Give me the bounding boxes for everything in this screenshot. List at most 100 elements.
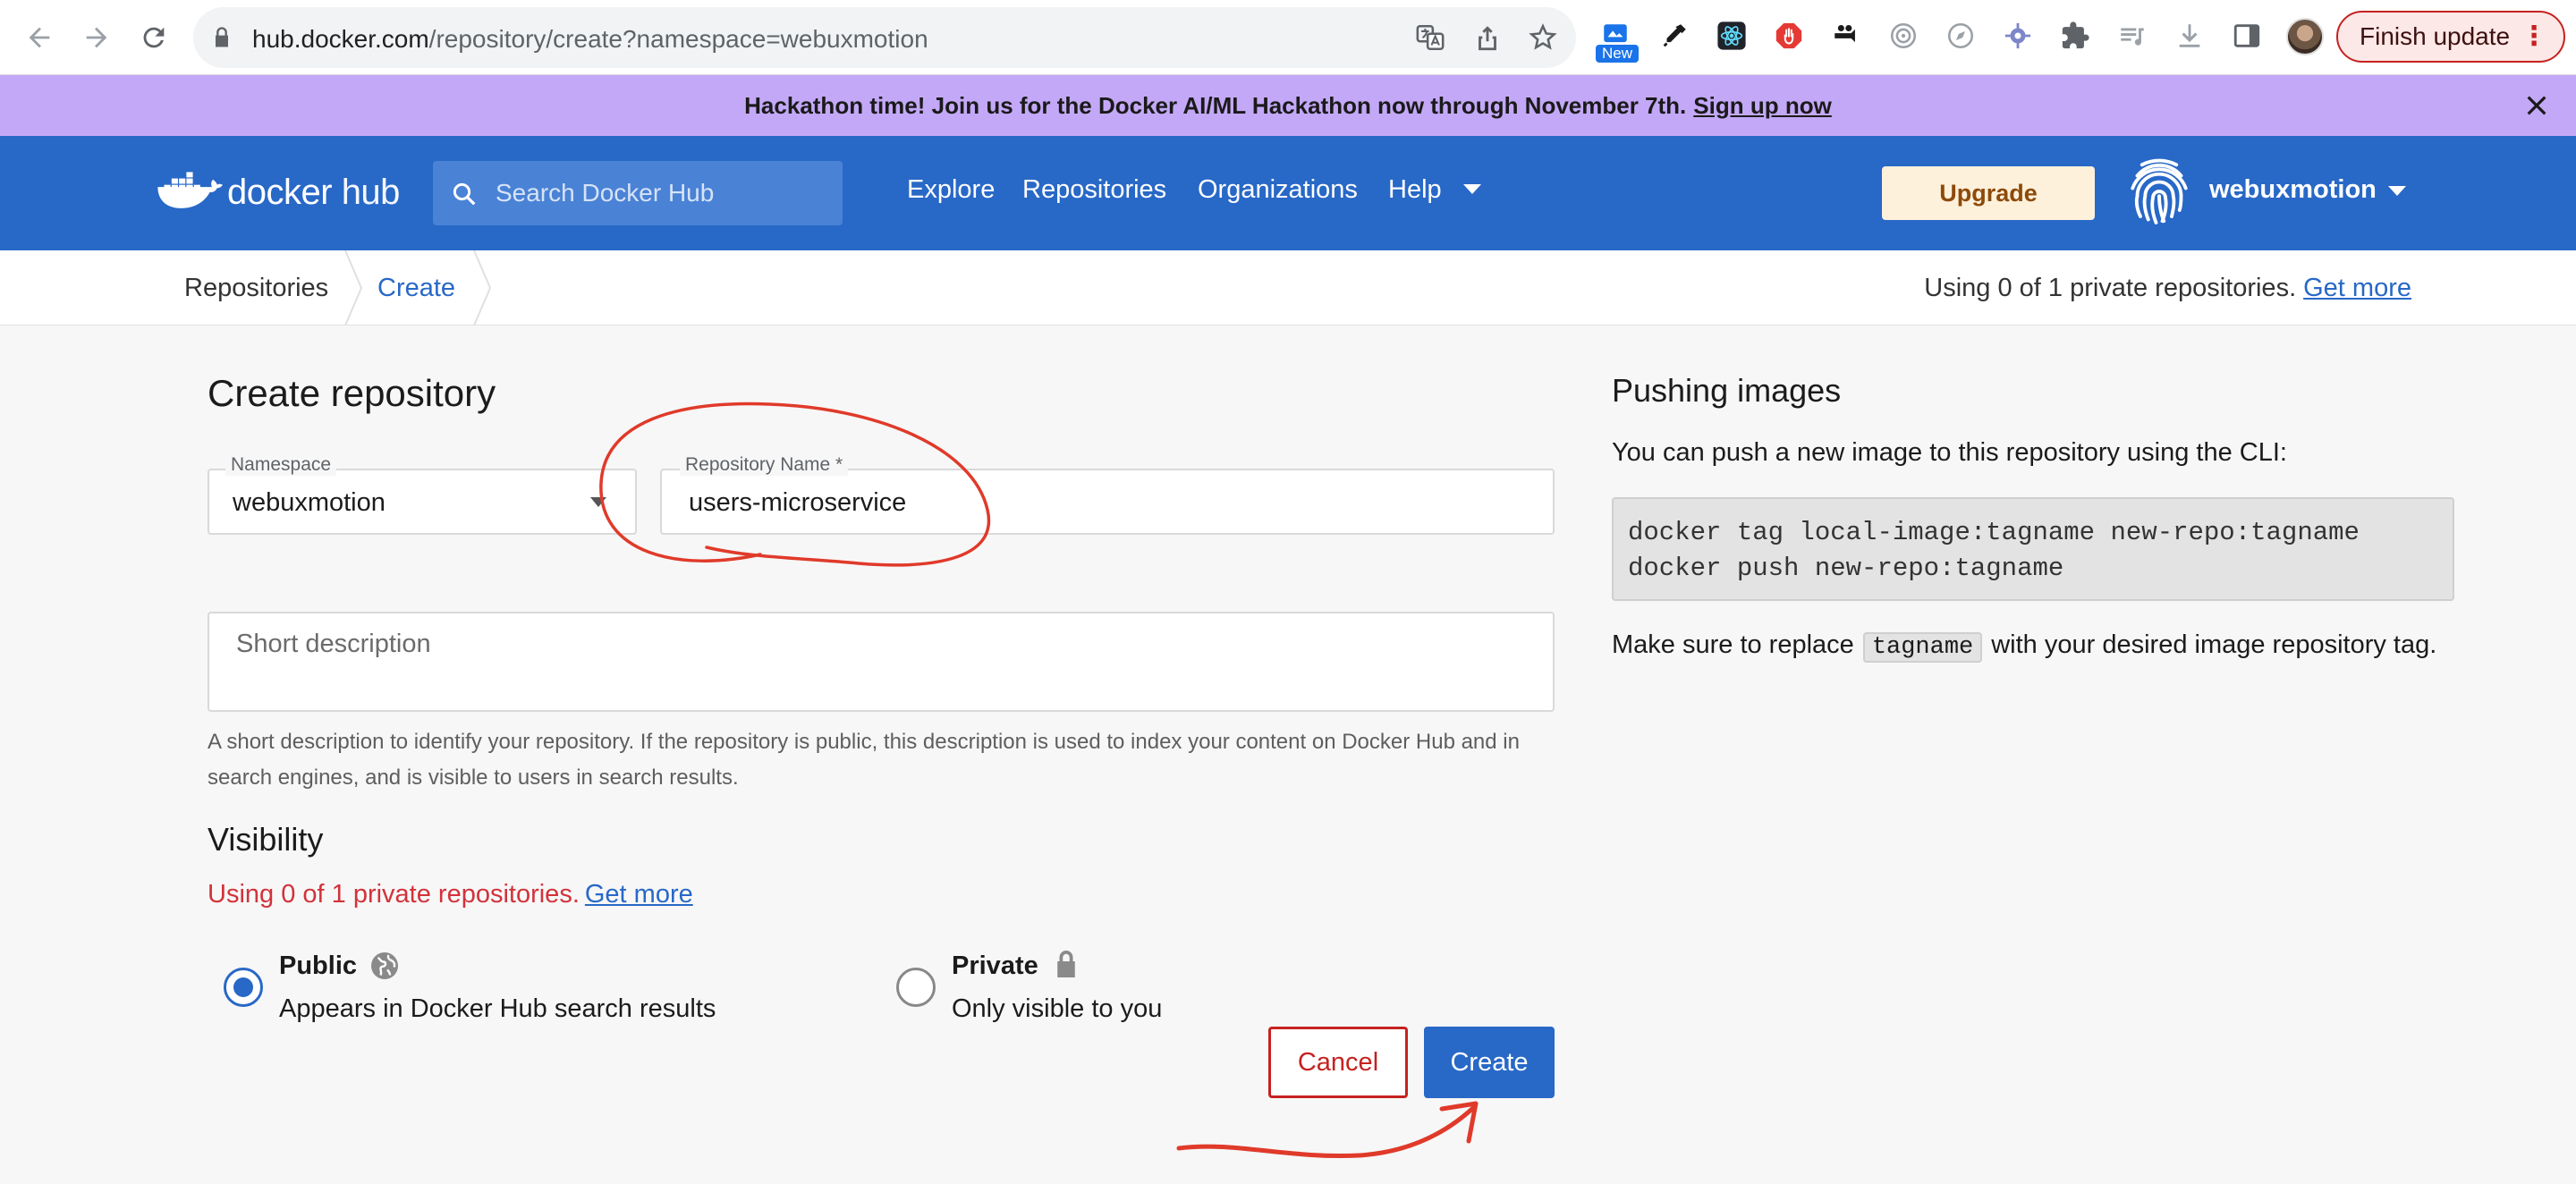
usage-warning-text: Using 0 of 1 private repositories. <box>208 880 580 909</box>
react-icon <box>1717 21 1746 50</box>
private-title: Private <box>952 951 1038 980</box>
note-text-before: Make sure to replace <box>1612 630 1854 659</box>
close-icon[interactable] <box>2522 91 2551 120</box>
annotation-arrow <box>1176 1104 1477 1158</box>
nav-repositories[interactable]: Repositories <box>1022 175 1166 205</box>
private-description: Only visible to you <box>952 994 1163 1023</box>
extension-eyedropper[interactable] <box>1657 18 1692 54</box>
nav-explore[interactable]: Explore <box>907 175 995 205</box>
breadcrumb-separator-icon <box>473 250 492 326</box>
visibility-heading: Visibility <box>208 821 324 858</box>
repository-name-label: Repository Name * <box>680 454 849 476</box>
pushing-images-heading: Pushing images <box>1612 372 1842 409</box>
media-button[interactable] <box>2114 18 2150 54</box>
public-title: Public <box>279 951 358 980</box>
note-text-after: with your desired image repository tag. <box>1991 630 2437 659</box>
page-title: Create repository <box>208 372 496 414</box>
extension-gear[interactable] <box>2000 18 2036 54</box>
cancel-button[interactable]: Cancel <box>1268 1027 1408 1098</box>
extension-react[interactable] <box>1714 18 1750 54</box>
extension-target[interactable] <box>1885 18 1921 54</box>
extension-adblock[interactable] <box>1771 18 1807 54</box>
download-icon <box>2179 24 2200 47</box>
finish-update-button[interactable]: Finish update ⋮ <box>2336 11 2565 63</box>
user-menu-chevron-icon[interactable] <box>2388 186 2406 196</box>
dockerhub-logo[interactable]: docker hub <box>156 163 400 222</box>
gear-icon <box>2004 22 2031 49</box>
namespace-label: Namespace <box>225 454 337 476</box>
cli-code-block: docker tag local-image:tagname new-repo:… <box>1612 497 2454 601</box>
search-box[interactable] <box>433 161 843 225</box>
logo-docker-text: docker <box>227 172 333 212</box>
private-usage-warning: Using 0 of 1 private repositories. Get mo… <box>208 880 693 909</box>
padlock-icon <box>1057 951 1075 977</box>
finish-update-label: Finish update <box>2360 22 2511 50</box>
downloads-button[interactable] <box>2172 18 2207 54</box>
forward-icon <box>86 27 107 48</box>
star-icon[interactable] <box>1528 22 1558 53</box>
public-description: Appears in Docker Hub search results <box>279 994 716 1023</box>
username-label[interactable]: webuxmotion <box>2209 175 2377 205</box>
new-badge: New <box>1596 45 1639 63</box>
create-button[interactable]: Create <box>1424 1027 1555 1098</box>
nav-help[interactable]: Help <box>1388 175 1442 205</box>
dockerhub-header: docker hub Explore Repositories Organiza… <box>0 136 2576 250</box>
breadcrumb-repositories[interactable]: Repositories <box>184 274 328 303</box>
address-bar[interactable]: hub.docker.com/repository/create?namespa… <box>193 7 1576 68</box>
extensions-button[interactable] <box>2057 18 2093 54</box>
short-description-placeholder: Short description <box>236 630 431 658</box>
breadcrumb-separator-icon <box>344 250 363 326</box>
banner-text: Hackathon time! Join us for the Docker A… <box>744 91 1687 119</box>
camera-icon <box>1835 24 1855 43</box>
back-button[interactable] <box>18 16 61 59</box>
replace-tag-note: Make sure to replace tagname with your des… <box>1612 626 2453 666</box>
annotation-arrowhead <box>1439 1101 1479 1144</box>
fingerprint-icon[interactable] <box>2122 154 2197 229</box>
short-description-help: A short description to identify your rep… <box>208 730 1520 790</box>
docker-whale-icon <box>157 172 223 208</box>
logo-hub-text: hub <box>341 172 401 212</box>
get-more-link[interactable]: Get more <box>585 880 693 909</box>
search-icon <box>453 182 476 206</box>
public-radio[interactable] <box>224 968 263 1007</box>
chevron-down-icon[interactable] <box>1463 184 1481 194</box>
chevron-down-icon[interactable] <box>590 497 606 507</box>
nav-organizations[interactable]: Organizations <box>1198 175 1358 205</box>
media-queue-icon <box>2121 28 2144 46</box>
usage-text: Using 0 of 1 private repositories. <box>1924 274 2297 302</box>
search-input[interactable] <box>496 172 826 215</box>
translate-icon[interactable] <box>1415 22 1445 53</box>
lock-icon <box>216 27 228 47</box>
url-text: hub.docker.com/repository/create?namespa… <box>252 25 928 53</box>
breadcrumb-create[interactable]: Create <box>377 274 455 303</box>
more-vert-icon: ⋮ <box>2521 21 2547 51</box>
extensions-icon <box>2062 21 2089 49</box>
banner-signup-link[interactable]: Sign up now <box>1693 92 1832 120</box>
stop-hand-icon <box>1775 22 1802 49</box>
compass-icon <box>1947 22 1974 49</box>
forward-button[interactable] <box>75 16 118 59</box>
short-description-field[interactable] <box>208 612 1555 712</box>
back-icon <box>29 27 50 48</box>
private-repo-usage: Using 0 of 1 private repositories. Get mo… <box>1924 274 2411 303</box>
side-panel-icon <box>2233 24 2260 47</box>
get-more-link[interactable]: Get more <box>2303 274 2411 302</box>
browser-toolbar: hub.docker.com/repository/create?namespa… <box>0 0 2576 75</box>
upgrade-button[interactable]: Upgrade <box>1882 166 2095 220</box>
profile-avatar[interactable] <box>2286 18 2324 55</box>
repository-name-value: users-microservice <box>689 488 907 517</box>
tagname-code: tagname <box>1862 632 1983 663</box>
globe-icon <box>371 952 398 979</box>
namespace-value: webuxmotion <box>233 488 386 517</box>
code-line-tag: docker tag local-image:tagname new-repo:… <box>1628 518 2360 547</box>
private-radio[interactable] <box>896 968 936 1007</box>
target-icon <box>1890 22 1917 49</box>
reload-icon <box>143 27 165 48</box>
extension-compass[interactable] <box>1943 18 1979 54</box>
pushing-images-intro: You can push a new image to this reposit… <box>1612 438 2287 467</box>
reload-button[interactable] <box>132 16 175 59</box>
side-panel-button[interactable] <box>2229 18 2265 54</box>
extension-camera[interactable] <box>1828 18 1864 54</box>
share-icon[interactable] <box>1472 22 1503 53</box>
eyedropper-icon <box>1663 24 1686 47</box>
